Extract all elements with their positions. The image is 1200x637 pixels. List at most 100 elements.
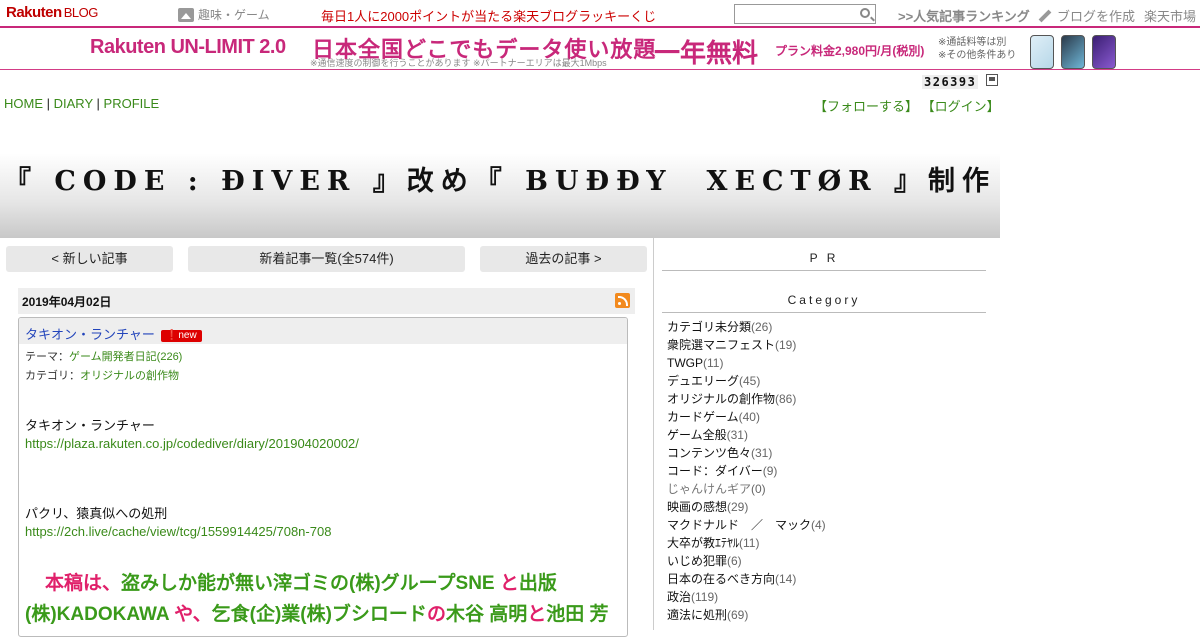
emphasis-segment: 池田 芳 — [546, 604, 609, 625]
category-item[interactable]: デュエリーグ(45) — [667, 372, 826, 390]
banner-subtext: ※通信速度の制御を行うことがあります ※パートナーエリアは最大1Mbps — [310, 58, 607, 68]
category-item[interactable]: マクドナルド ／ マック(4) — [667, 516, 826, 534]
nav-profile[interactable]: PROFILE — [104, 96, 160, 111]
body-link[interactable]: https://plaza.rakuten.co.jp/codediver/di… — [25, 436, 359, 451]
category-link[interactable]: オリジナルの創作物 — [80, 370, 179, 382]
post-title[interactable]: タキオン・ランチャー — [25, 327, 155, 342]
banner-notes: ※通話料等は別 ※その他条件あり — [938, 36, 1016, 62]
body-text: タキオン・ランチャー — [25, 418, 155, 433]
emphasis-segment: 乞食(企)業(株)ブシロード — [211, 604, 427, 625]
category-count: (14) — [775, 572, 797, 586]
category-item[interactable]: 適法に処刑(69) — [667, 606, 826, 624]
banner-note-2: ※その他条件あり — [938, 50, 1017, 61]
post-header: タキオン・ランチャー ❗new — [19, 318, 627, 344]
ichiba-link[interactable]: 楽天市場 — [1144, 6, 1196, 25]
category-name: オリジナルの創作物 — [667, 392, 776, 406]
phone-image — [1092, 35, 1116, 69]
category-item[interactable]: 大卒が教ｴﾃﾔﾙ(11) — [667, 534, 826, 552]
emphasis-paragraph: 本稿は、盗みしか能が無い滓ゴミの(株)グループSNE と出版(株)KADOKAW… — [25, 568, 625, 630]
search-icon[interactable] — [860, 8, 870, 18]
category-count: (119) — [691, 590, 719, 604]
post: タキオン・ランチャー ❗new テーマ：ゲーム開発者日記(226) カテゴリ：オリ… — [18, 317, 628, 637]
newer-post-button[interactable]: < 新しい記事 — [6, 246, 173, 272]
search-input[interactable] — [734, 4, 876, 24]
nav-separator: | — [96, 96, 100, 111]
body-text: パクリ、猿真似への処刑 — [25, 506, 168, 521]
nav-separator: | — [46, 96, 51, 111]
category-item[interactable]: 衆院選マニフェスト(19) — [667, 336, 826, 354]
category-name: 衆院選マニフェスト — [667, 338, 776, 352]
category-name: マクドナルド ／ マック — [667, 518, 812, 532]
post-list-button[interactable]: 新着記事一覧(全574件) — [188, 246, 465, 272]
logo-suffix: BLOG — [63, 5, 99, 20]
banner-free: 一年無料 — [654, 38, 759, 68]
rakuten-blog-logo[interactable]: Rakuten BLOG — [6, 4, 98, 21]
access-counter: 326393 — [922, 75, 979, 89]
category-item[interactable]: 映画の感想(29) — [667, 498, 826, 516]
post-category: カテゴリ：オリジナルの創作物 — [25, 367, 179, 383]
category-name: ゲーム全般 — [667, 428, 727, 442]
category-count: (11) — [703, 356, 724, 370]
category-item[interactable]: カードゲーム(40) — [667, 408, 826, 426]
category-item[interactable]: カテゴリ未分類(26) — [667, 318, 826, 336]
banner-price: プラン料金2,980円/月(税別) — [775, 44, 925, 58]
column-divider — [653, 238, 654, 630]
category-name: じゃんけんギア — [667, 482, 752, 496]
emphasis-segment: 木谷 高明 — [445, 604, 528, 625]
category-name: カテゴリ未分類 — [667, 320, 752, 334]
counter-info-icon[interactable] — [986, 74, 998, 86]
emphasis-segment: 盗みしか能が無い滓ゴミの(株)グループSNE — [121, 573, 495, 594]
category-list: カテゴリ未分類(26) 衆院選マニフェスト(19) TWGP(11) デュエリーグ(4… — [667, 318, 826, 624]
category-name: 映画の感想 — [667, 500, 728, 514]
top-bar: Rakuten BLOG 趣味・ゲーム 毎日1人に2000ポイントが当たる楽天ブロ… — [0, 0, 1200, 28]
nav-diary[interactable]: DIARY — [54, 96, 93, 111]
category-count: (6) — [727, 554, 742, 568]
ranking-link[interactable]: >>人気記事ランキング — [898, 6, 1030, 25]
category-item[interactable]: オリジナルの創作物(86) — [667, 390, 826, 408]
date-bar: 2019年04月02日 — [18, 288, 635, 314]
new-badge-label: new — [178, 330, 197, 341]
emphasis-segment: や、 — [168, 604, 212, 625]
category-item[interactable]: コンテンツ色々(31) — [667, 444, 826, 462]
category-item[interactable]: じゃんけんギア(0) — [667, 480, 826, 498]
category-count: (4) — [811, 518, 826, 532]
follow-link[interactable]: 【フォローする】 — [814, 99, 918, 114]
phone-image — [1030, 35, 1054, 69]
category-count: (31) — [751, 446, 773, 460]
login-link[interactable]: 【ログイン】 — [922, 99, 1000, 114]
category-count: (19) — [775, 338, 797, 352]
make-blog-link[interactable]: ブログを作成 — [1038, 6, 1135, 25]
category-count: (45) — [739, 374, 761, 388]
post-date: 2019年04月02日 — [22, 295, 112, 309]
category-item[interactable]: 政治(119) — [667, 588, 826, 606]
post-theme: テーマ：ゲーム開発者日記(226) — [25, 348, 182, 364]
category-item[interactable]: コード：ダイバー(9) — [667, 462, 826, 480]
category-name: 政治 — [667, 590, 692, 604]
follow-login: 【フォローする】 【ログイン】 — [814, 96, 1000, 115]
category-item[interactable]: ゲーム全般(31) — [667, 426, 826, 444]
category-name: 適法に処刑 — [667, 608, 728, 622]
older-post-button[interactable]: 過去の記事 > — [480, 246, 647, 272]
rss-icon[interactable] — [615, 293, 630, 308]
theme-link[interactable]: ゲーム開発者日記(226) — [69, 351, 182, 363]
lucky-lottery-link[interactable]: 毎日1人に2000ポイントが当たる楽天ブログラッキーくじ — [321, 6, 656, 25]
category-name: カードゲーム — [667, 410, 739, 424]
category-item[interactable]: 日本の在るべき方向(14) — [667, 570, 826, 588]
category-count: (40) — [738, 410, 760, 424]
category-name: TWGP — [667, 356, 703, 370]
category-count: (86) — [775, 392, 797, 406]
nav-home[interactable]: HOME — [4, 96, 43, 111]
emphasis-segment: と — [494, 573, 519, 594]
category-name: デュエリーグ — [667, 374, 740, 388]
category-count: (26) — [751, 320, 773, 334]
category-item[interactable]: いじめ犯罪(6) — [667, 552, 826, 570]
emphasis-segment: 本稿は、 — [45, 573, 122, 594]
body-link[interactable]: https://2ch.live/cache/view/tcg/15599144… — [25, 524, 331, 539]
genre-icon — [178, 8, 194, 22]
ad-banner[interactable]: Rakuten UN-LIMIT 2.0 日本全国どこでもデータ使い放題 ※通信… — [0, 30, 1200, 70]
genre-link[interactable]: 趣味・ゲーム — [178, 6, 270, 23]
category-count: (9) — [762, 464, 778, 478]
category-item[interactable]: TWGP(11) — [667, 354, 826, 372]
blog-title[interactable]: 『 CODE : ÐIVER 』改め『 BUÐÐY XECTØR 』制作 — [0, 159, 1000, 198]
blog-header: 『 CODE : ÐIVER 』改め『 BUÐÐY XECTØR 』制作 — [0, 117, 1000, 238]
